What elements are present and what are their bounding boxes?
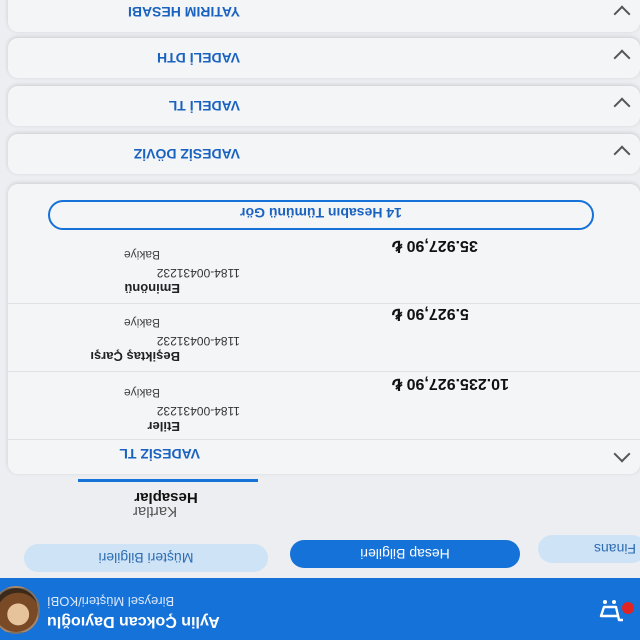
section-label: VADELİ DTH [157,50,240,66]
screen: Aylin Çokcan Dayıoğlu Bireysel Müşteri/K… [0,0,640,640]
balance-label: Bakiye [123,386,160,400]
section-label: YATIRIM HESABI [127,4,240,20]
user-type: Bireysel Müşteri/KOBİ [47,594,175,609]
section-label: VADELİ TL [168,98,240,114]
avatar[interactable] [0,586,40,634]
account-info-pill[interactable]: Hesap Bilgileri [290,540,520,568]
balance-label: Bakiye [123,316,160,330]
account-branch: Eminönü [124,281,180,296]
profile-header: Aylin Çokcan Dayıoğlu Bireysel Müşteri/K… [0,578,640,640]
balance-value: 5.927,90 ₺ [392,305,469,322]
balance-value: 35.927,90 ₺ [392,237,478,254]
card-title[interactable]: VADESİZ TL [50,446,200,462]
balance-value: 10.235.927,90 ₺ [392,375,509,392]
user-name: Aylin Çokcan Dayıoğlu [47,613,220,630]
account-number: 1184-0043​1232 [156,334,240,348]
account-branch: Etiler [147,419,180,434]
account-number: 1184-0043​1232 [156,266,240,280]
see-all-accounts-button[interactable]: 14 Hesabın Tümünü Gör [48,200,594,230]
cart-badge [622,602,634,614]
active-tab-indicator [78,479,258,482]
finance-pill[interactable]: Finans [538,535,640,563]
account-branch: Beşiktaş Çarşı [90,349,180,364]
customer-info-pill[interactable]: Müşteri Bilgileri [24,544,268,572]
tab-accounts[interactable]: Hesaplar [76,489,256,506]
balance-label: Bakiye [123,248,160,262]
section-label: VADESİZ DÖVİZ [133,146,240,162]
account-number: 1184-0043​1232 [156,404,240,418]
